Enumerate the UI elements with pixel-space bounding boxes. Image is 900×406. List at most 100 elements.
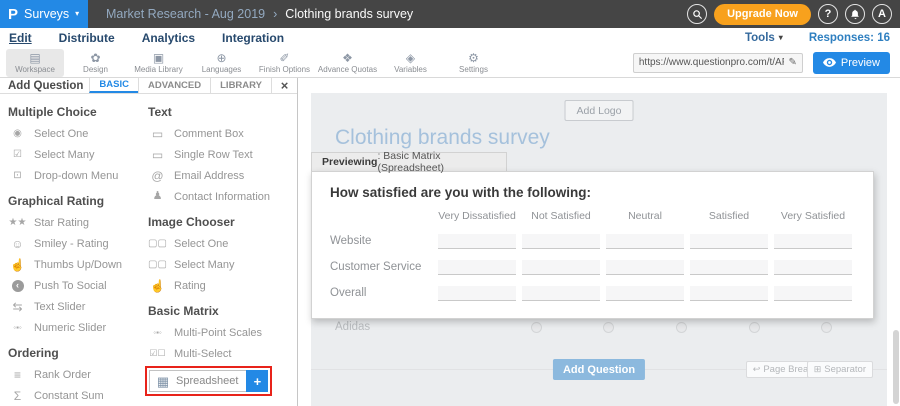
add-question-button[interactable]: Add Question: [553, 359, 645, 380]
spreadsheet-cell-input[interactable]: [606, 234, 684, 249]
panel-item-email-address[interactable]: @ Email Address: [148, 165, 297, 186]
preview-popup-card: How satisfied are you with the following…: [311, 171, 874, 319]
panel-item-star-rating[interactable]: ★★ Star Rating: [8, 212, 148, 233]
panel-item-single-row-text[interactable]: ▭ Single Row Text: [148, 144, 297, 165]
tools-menu[interactable]: Tools ▾: [745, 32, 783, 44]
add-spreadsheet-plus-button[interactable]: +: [246, 370, 268, 392]
matrix-question-text: How satisfied are you with the following…: [330, 185, 855, 200]
media-library-icon: ▣: [153, 52, 164, 64]
panel-item-rank-order[interactable]: ≡ Rank Order: [8, 364, 148, 385]
spreadsheet-cell-input[interactable]: [522, 260, 600, 275]
notifications-button[interactable]: [845, 4, 865, 24]
section-heading-graphical-rating: Graphical Rating: [8, 194, 148, 208]
scrollbar-thumb[interactable]: [893, 330, 899, 404]
spreadsheet-cell-input[interactable]: [438, 260, 516, 275]
tab-advanced[interactable]: ADVANCED: [138, 78, 210, 93]
smiley-icon: ☺: [8, 238, 27, 250]
panel-item-dropdown-menu[interactable]: ⊡ Drop-down Menu: [8, 165, 148, 186]
toolbar-item-advance-quotas[interactable]: ❖ Advance Quotas: [316, 49, 379, 77]
close-icon[interactable]: ×: [271, 78, 297, 93]
toolbar-item-design[interactable]: ✿ Design: [64, 49, 127, 77]
panel-item-select-many[interactable]: ☑ Select Many: [8, 144, 148, 165]
surveys-menu[interactable]: P Surveys ▾: [0, 0, 88, 28]
toolbar-item-finish-options[interactable]: ✐ Finish Options: [253, 49, 316, 77]
spreadsheet-cell-input[interactable]: [606, 286, 684, 301]
numeric-slider-icon: ◦▪◦: [8, 324, 27, 332]
spreadsheet-cell-input[interactable]: [690, 286, 768, 301]
panel-item-text-slider[interactable]: ⇆ Text Slider: [8, 296, 148, 317]
tab-integration[interactable]: Integration: [222, 31, 284, 45]
toolbar-item-settings[interactable]: ⚙ Settings: [442, 49, 505, 77]
survey-title[interactable]: Clothing brands survey: [335, 126, 550, 150]
panel-item-select-one[interactable]: ◉ Select One: [8, 123, 148, 144]
panel-item-smiley-rating[interactable]: ☺ Smiley - Rating: [8, 233, 148, 254]
thumb-star-icon: ☝: [148, 280, 167, 292]
panel-item-numeric-slider[interactable]: ◦▪◦ Numeric Slider: [8, 317, 148, 338]
breadcrumb-folder[interactable]: Market Research - Aug 2019: [106, 7, 265, 21]
toolbar-item-languages[interactable]: ⊕ Languages: [190, 49, 253, 77]
radio-button[interactable]: [821, 322, 832, 333]
spreadsheet-cell-input[interactable]: [438, 286, 516, 301]
toolbar-item-workspace[interactable]: ▤ Workspace: [6, 49, 64, 77]
matrix-column-header: Very Satisfied: [771, 210, 855, 222]
account-avatar[interactable]: A: [872, 4, 892, 24]
spreadsheet-cell-input[interactable]: [522, 234, 600, 249]
breadcrumb-current-survey[interactable]: Clothing brands survey: [285, 7, 413, 21]
radio-button[interactable]: [749, 322, 760, 333]
add-logo-button[interactable]: Add Logo: [565, 100, 634, 121]
panel-item-constant-sum[interactable]: Σ Constant Sum: [8, 385, 148, 406]
panel-item-image-rating[interactable]: ☝ Rating: [148, 275, 297, 296]
panel-item-push-to-social[interactable]: ‹ Push To Social: [8, 275, 148, 296]
panel-item-spreadsheet[interactable]: ▦ Spreadsheet +: [149, 370, 268, 392]
upgrade-now-button[interactable]: Upgrade Now: [714, 4, 811, 25]
comment-box-icon: ▭: [148, 128, 167, 140]
tab-analytics[interactable]: Analytics: [142, 31, 195, 45]
workspace-icon: ▤: [29, 52, 40, 64]
toolbar-item-media-library[interactable]: ▣ Media Library: [127, 49, 190, 77]
spreadsheet-cell-input[interactable]: [774, 286, 852, 301]
preview-button[interactable]: Preview: [813, 52, 890, 74]
panel-item-multi-point-scales[interactable]: ◦▪◦ Multi-Point Scales: [148, 322, 297, 343]
help-button[interactable]: ?: [818, 4, 838, 24]
panel-title: Add Question: [0, 78, 89, 93]
radio-button[interactable]: [603, 322, 614, 333]
tab-library[interactable]: LIBRARY: [210, 78, 271, 93]
dropdown-icon: ⊡: [8, 171, 27, 181]
spreadsheet-cell-input[interactable]: [690, 234, 768, 249]
image-pair-icon: ▢▢: [148, 260, 167, 270]
eye-icon: [823, 58, 836, 67]
matrix-column-header: Very Dissatisfied: [435, 210, 519, 222]
section-heading-text: Text: [148, 105, 297, 119]
panel-item-image-select-many[interactable]: ▢▢ Select Many: [148, 254, 297, 275]
matrix-column-header: Satisfied: [687, 210, 771, 222]
edit-url-pencil-icon[interactable]: ✎: [788, 57, 796, 68]
radio-button[interactable]: [676, 322, 687, 333]
spreadsheet-cell-input[interactable]: [438, 234, 516, 249]
toolbar-right: https://www.questionpro.com/t/APNrFZ ✎ P…: [633, 52, 890, 74]
separator-button[interactable]: ⊞ Separator: [807, 361, 873, 378]
tab-basic[interactable]: BASIC: [89, 78, 138, 93]
search-button[interactable]: [687, 4, 707, 24]
responses-count[interactable]: Responses: 16: [809, 32, 890, 44]
tab-edit[interactable]: Edit: [9, 31, 32, 45]
panel-item-comment-box[interactable]: ▭ Comment Box: [148, 123, 297, 144]
thumb-icon: ☝: [8, 259, 27, 271]
chevron-down-icon: ▾: [779, 34, 783, 42]
spreadsheet-cell-input[interactable]: [690, 260, 768, 275]
panel-item-image-select-one[interactable]: ▢▢ Select One: [148, 233, 297, 254]
radio-button[interactable]: [531, 322, 542, 333]
spreadsheet-cell-input[interactable]: [774, 260, 852, 275]
survey-url-field[interactable]: https://www.questionpro.com/t/APNrFZ ✎: [633, 53, 803, 73]
toolbar-item-variables[interactable]: ◈ Variables: [379, 49, 442, 77]
tab-distribute[interactable]: Distribute: [59, 31, 115, 45]
section-heading-ordering: Ordering: [8, 346, 148, 360]
spreadsheet-cell-input[interactable]: [606, 260, 684, 275]
preview-popup: Previewing : Basic Matrix (Spreadsheet) …: [311, 152, 874, 319]
matrix-row-overall: Overall: [330, 280, 855, 306]
panel-item-multi-select[interactable]: ☑☐ Multi-Select: [148, 343, 297, 364]
panel-item-thumbs-up-down[interactable]: ☝ Thumbs Up/Down: [8, 254, 148, 275]
spreadsheet-cell-input[interactable]: [774, 234, 852, 249]
spreadsheet-cell-input[interactable]: [522, 286, 600, 301]
multi-select-icon: ☑☐: [148, 349, 167, 358]
panel-item-contact-information[interactable]: ♟ Contact Information: [148, 186, 297, 207]
